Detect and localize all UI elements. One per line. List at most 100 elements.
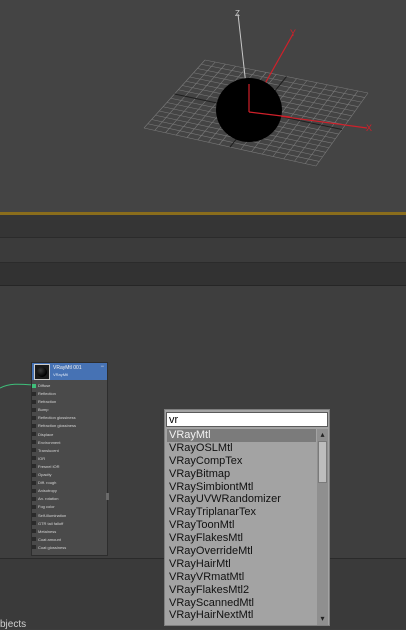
search-result-item[interactable]: VRayTriplanarTex	[167, 506, 316, 519]
search-result-item[interactable]: VRayScannedMtl	[167, 597, 316, 610]
node-slot[interactable]: Reflection	[32, 390, 107, 398]
search-result-item[interactable]: VRayCompTex	[167, 455, 316, 468]
slot-label: Fresnel IOR	[38, 463, 60, 469]
slot-socket[interactable]	[32, 391, 36, 396]
search-result-item[interactable]: VRayVRmatMtl	[167, 571, 316, 584]
node-header[interactable]: VRayMtl 001 VRayMtl −	[32, 363, 107, 380]
node-slot[interactable]: Displace	[32, 431, 107, 439]
slot-label: Metalness	[38, 528, 57, 534]
search-result-item[interactable]: VRayFlakesMtl	[167, 532, 316, 545]
node-slot[interactable]: Coat glossiness	[32, 544, 107, 552]
slot-socket[interactable]	[32, 472, 36, 477]
axis-label-z: Z	[235, 9, 240, 18]
node-slot[interactable]: An. rotation	[32, 495, 107, 503]
slot-label: Diff. rough	[38, 480, 57, 486]
slot-socket[interactable]	[32, 537, 36, 542]
slot-socket[interactable]	[32, 529, 36, 534]
slot-label: GTR tail falloff	[38, 520, 64, 526]
node-slot[interactable]: Diff. rough	[32, 479, 107, 487]
node-slot[interactable]: Anisotropy	[32, 487, 107, 495]
slot-label: Bump	[38, 407, 49, 413]
node-slot[interactable]: Reflection glossiness	[32, 414, 107, 422]
slot-socket[interactable]	[32, 456, 36, 461]
slot-socket[interactable]	[32, 448, 36, 453]
material-node[interactable]: VRayMtl 001 VRayMtl − Diffuse Reflection R…	[31, 362, 109, 556]
axis-label-x: X	[366, 123, 372, 133]
slot-socket[interactable]	[32, 423, 36, 428]
search-result-item[interactable]: VRayOSLMtl	[167, 442, 316, 455]
slot-label: Refraction glossiness	[38, 423, 77, 429]
search-result-item[interactable]: VRayHairNextMtl	[167, 609, 316, 622]
slot-socket[interactable]	[32, 488, 36, 493]
slot-label: Self-illumination	[38, 512, 67, 518]
slot-label: Refraction	[38, 399, 57, 405]
node-slot[interactable]: Translucent	[32, 447, 107, 455]
slot-label: Reflection	[38, 391, 56, 397]
slot-label: Opacity	[38, 472, 52, 478]
search-result-item[interactable]: VRayToonMtl	[167, 519, 316, 532]
collapse-icon[interactable]: −	[100, 364, 104, 370]
slot-socket[interactable]	[32, 480, 36, 485]
slot-socket[interactable]	[32, 399, 36, 404]
node-type: VRayMtl	[53, 372, 69, 377]
node-slot[interactable]: Fog color	[32, 503, 107, 511]
search-input[interactable]	[166, 412, 328, 427]
slot-socket[interactable]	[32, 415, 36, 420]
slot-socket[interactable]	[32, 513, 36, 517]
search-result-item[interactable]: VRaySimbiontMtl	[167, 481, 316, 494]
slot-socket[interactable]	[32, 432, 36, 437]
material-search-popup: VRayMtlVRayOSLMtlVRayCompTexVRayBitmapVR…	[164, 409, 330, 626]
node-slot[interactable]: Opacity	[32, 471, 107, 479]
node-title: VRayMtl 001	[53, 365, 82, 371]
slot-socket[interactable]	[32, 440, 36, 445]
search-result-item[interactable]: VRayFlakesMtl2	[167, 584, 316, 597]
results-scrollbar[interactable]: ▴ ▾	[317, 429, 328, 625]
node-resize-grip[interactable]	[106, 493, 109, 500]
slot-socket[interactable]	[32, 407, 36, 412]
search-result-item[interactable]: VRayBitmap	[167, 468, 316, 481]
search-result-item[interactable]: VRayUVWRandomizer	[167, 493, 316, 506]
node-slot[interactable]: GTR tail falloff	[32, 520, 107, 528]
node-slot[interactable]: Refraction	[32, 398, 107, 406]
slot-label: IOR	[38, 455, 46, 461]
slot-label: Fog color	[38, 504, 55, 510]
status-text: bjects	[0, 619, 27, 630]
viewport-3d[interactable]: X Y Z	[0, 0, 406, 212]
slot-label: An. rotation	[38, 496, 59, 502]
scroll-up-icon[interactable]: ▴	[317, 429, 328, 441]
timeline-bar[interactable]	[0, 215, 406, 238]
node-slot[interactable]: Self-illumination	[32, 512, 107, 520]
node-slot[interactable]: Coat amount	[32, 536, 107, 544]
slot-label: Coat amount	[38, 536, 61, 542]
scrollbar-thumb[interactable]	[318, 441, 327, 483]
material-preview-thumbnail	[34, 364, 50, 380]
node-slot[interactable]: IOR	[32, 455, 107, 463]
node-slot[interactable]: Metalness	[32, 528, 107, 536]
search-result-item[interactable]: VRayHairMtl	[167, 558, 316, 571]
node-slot[interactable]: Refraction glossiness	[32, 422, 107, 430]
slot-socket[interactable]	[32, 464, 36, 469]
node-slot[interactable]: Diffuse	[32, 382, 107, 390]
slot-label: Reflection glossiness	[38, 415, 76, 421]
scroll-down-icon[interactable]: ▾	[317, 613, 328, 625]
slot-label: Displace	[38, 431, 54, 437]
slot-socket[interactable]	[32, 545, 36, 550]
node-slot[interactable]: Bump	[32, 406, 107, 414]
slot-label: Diffuse	[38, 383, 51, 388]
editor-toolbar	[0, 238, 406, 263]
node-slot[interactable]: Environment	[32, 439, 107, 447]
slot-socket[interactable]	[32, 496, 36, 501]
slot-label: Anisotropy	[38, 488, 57, 494]
slot-label: Translucent	[38, 447, 59, 453]
slot-socket[interactable]	[32, 521, 36, 526]
node-slot-list: Diffuse Reflection Refraction Bump Reflectio…	[32, 382, 107, 552]
search-result-item[interactable]: VRayMtl	[167, 429, 316, 442]
slot-label: Coat glossiness	[38, 544, 67, 550]
search-result-item[interactable]: VRayOverrideMtl	[167, 545, 316, 558]
slot-label: Environment	[38, 439, 61, 445]
search-results-list: VRayMtl VRayOSLMtl VRayCompTex VRayBitmap VR…	[167, 429, 316, 625]
slot-socket[interactable]	[32, 383, 36, 388]
slot-socket[interactable]	[32, 504, 36, 509]
node-slot[interactable]: Fresnel IOR	[32, 463, 107, 471]
editor-tabs-bar	[0, 263, 406, 286]
